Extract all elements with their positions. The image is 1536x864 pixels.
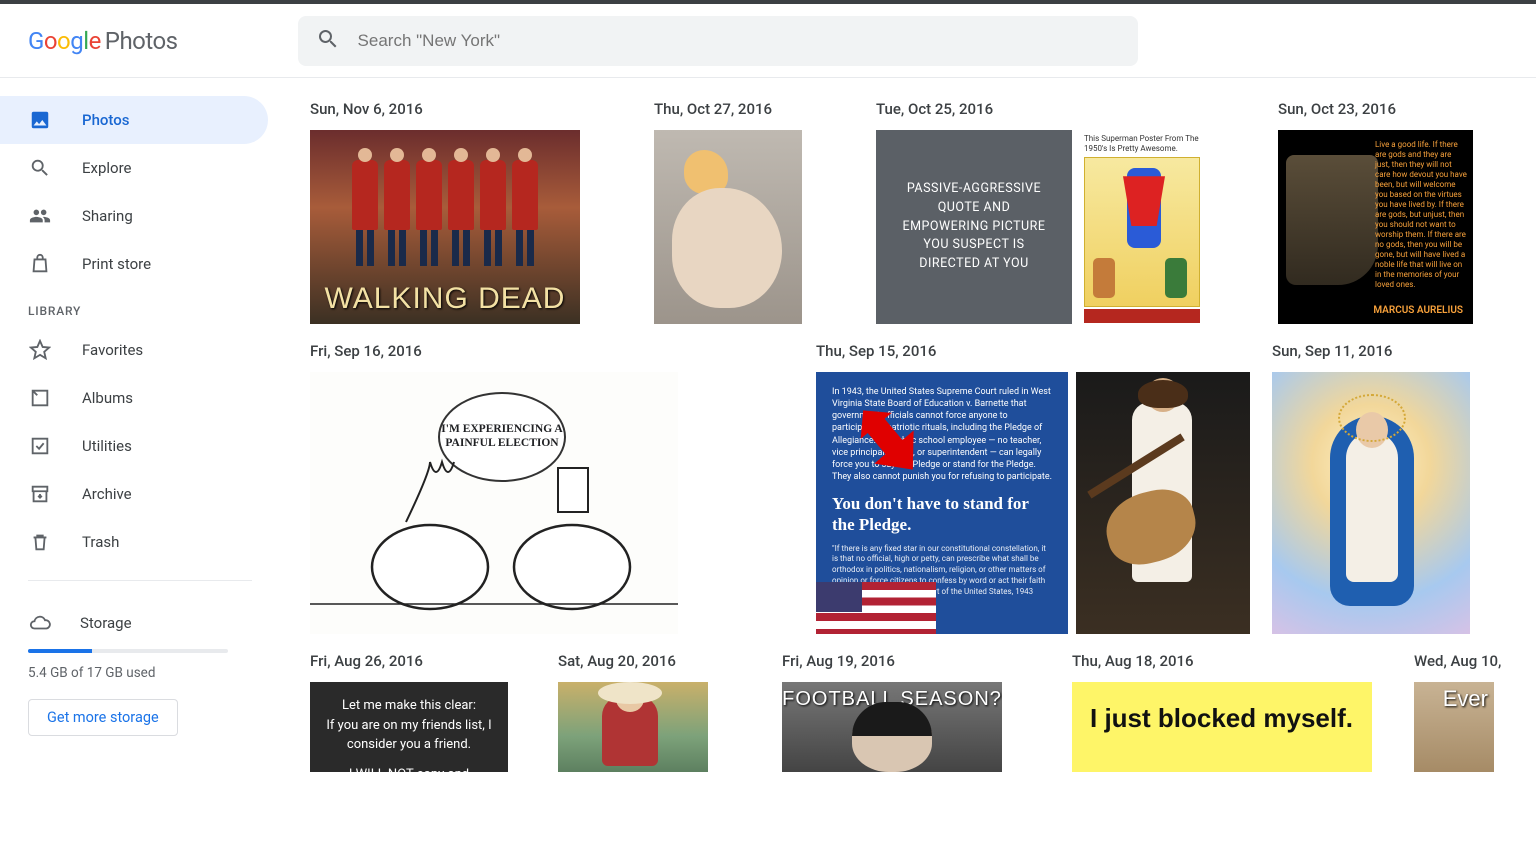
date-heading: Fri, Aug 19, 2016 xyxy=(782,652,1002,670)
thumb-author: MARCUS AURELIUS xyxy=(1373,305,1463,316)
date-heading: Sun, Sep 11, 2016 xyxy=(1272,342,1470,360)
photo-grid[interactable]: Sun, Nov 6, 2016 WALKING DEAD Thu, Oct 27,… xyxy=(280,78,1536,864)
sidebar-label: Favorites xyxy=(82,341,143,359)
sidebar-item-favorites[interactable]: Favorites xyxy=(0,326,268,374)
archive-icon xyxy=(28,482,52,506)
date-group: Fri, Sep 16, 2016 I'M EXPERIENCING A PAIN… xyxy=(310,342,678,634)
flag-icon xyxy=(816,582,936,634)
date-heading: Thu, Oct 27, 2016 xyxy=(654,100,802,118)
logo-product: Photos xyxy=(105,27,178,55)
date-group: Sun, Oct 23, 2016 Live a good life. If th… xyxy=(1278,100,1473,324)
app-logo[interactable]: Google Photos xyxy=(28,27,178,55)
shopping-bag-icon xyxy=(28,252,52,276)
search-icon xyxy=(316,27,358,55)
photo-thumb[interactable]: FOOTBALL SEASON? xyxy=(782,682,1002,772)
cloud-icon xyxy=(28,611,52,635)
search-box[interactable] xyxy=(298,16,1138,66)
cursor-arrow-icon xyxy=(842,394,934,490)
thumb-headline: You don't have to stand for the Pledge. xyxy=(832,493,1052,536)
date-group: Sun, Sep 11, 2016 xyxy=(1272,342,1470,634)
date-group: Wed, Aug 10, Ever xyxy=(1414,652,1501,772)
date-group: Sat, Aug 20, 2016 xyxy=(558,652,708,772)
date-heading: Tue, Oct 25, 2016 xyxy=(876,100,1204,118)
photo-thumb[interactable]: Ever xyxy=(1414,682,1494,772)
photo-thumb[interactable] xyxy=(1272,372,1470,634)
storage-label: Storage xyxy=(80,614,132,632)
storage-bar xyxy=(28,649,228,653)
photo-thumb[interactable] xyxy=(654,130,802,324)
photo-thumb[interactable]: This Superman Poster From The 1950's Is … xyxy=(1080,130,1204,324)
sidebar-section-label: LIBRARY xyxy=(0,288,280,326)
sidebar-label: Utilities xyxy=(82,437,132,455)
photo-thumb[interactable]: I'M EXPERIENCING A PAINFUL ELECTION xyxy=(310,372,678,634)
sidebar-item-explore[interactable]: Explore xyxy=(0,144,268,192)
sidebar-label: Explore xyxy=(82,159,132,177)
search-icon xyxy=(28,156,52,180)
sidebar-item-sharing[interactable]: Sharing xyxy=(0,192,268,240)
sidebar-item-utilities[interactable]: Utilities xyxy=(0,422,268,470)
date-heading: Wed, Aug 10, xyxy=(1414,652,1501,670)
sidebar-item-storage[interactable]: Storage xyxy=(28,599,252,647)
date-heading: Fri, Aug 26, 2016 xyxy=(310,652,508,670)
photo-thumb[interactable]: Live a good life. If there are gods and … xyxy=(1278,130,1473,324)
sidebar-label: Archive xyxy=(82,485,132,503)
photo-thumb[interactable]: I just blocked myself. xyxy=(1072,682,1372,772)
sidebar-item-trash[interactable]: Trash xyxy=(0,518,268,566)
sidebar-item-archive[interactable]: Archive xyxy=(0,470,268,518)
thumb-text: Let me make this clear: xyxy=(322,696,496,716)
sidebar-label: Print store xyxy=(82,255,151,273)
date-group: Sun, Nov 6, 2016 WALKING DEAD xyxy=(310,100,580,324)
thumb-caption: This Superman Poster From The 1950's Is … xyxy=(1080,130,1204,155)
date-heading: Sun, Oct 23, 2016 xyxy=(1278,100,1473,118)
date-group: Fri, Aug 26, 2016 Let me make this clear:… xyxy=(310,652,508,772)
sidebar-label: Sharing xyxy=(82,207,133,225)
date-heading: Sat, Aug 20, 2016 xyxy=(558,652,708,670)
thumb-text: Ever xyxy=(1443,686,1488,712)
storage-used-text: 5.4 GB of 17 GB used xyxy=(28,665,252,681)
photo-thumb[interactable]: Let me make this clear:If you are on my … xyxy=(310,682,508,772)
date-group: Thu, Aug 18, 2016 I just blocked myself. xyxy=(1072,652,1372,772)
thumb-text: I just blocked myself. xyxy=(1090,704,1353,734)
photo-thumb[interactable]: PASSIVE-AGGRESSIVE QUOTE AND EMPOWERING … xyxy=(876,130,1072,324)
photo-thumb[interactable] xyxy=(1076,372,1250,634)
trash-icon xyxy=(28,530,52,554)
sidebar-item-albums[interactable]: Albums xyxy=(0,374,268,422)
thumb-text: Live a good life. If there are gods and … xyxy=(1375,140,1467,290)
thumb-text: PASSIVE-AGGRESSIVE QUOTE AND EMPOWERING … xyxy=(894,180,1054,274)
sidebar-label: Albums xyxy=(82,389,133,407)
date-group: Tue, Oct 25, 2016 PASSIVE-AGGRESSIVE QUOT… xyxy=(876,100,1204,324)
date-heading: Sun, Nov 6, 2016 xyxy=(310,100,580,118)
thumb-title: WALKING DEAD xyxy=(310,282,580,316)
get-more-storage-button[interactable]: Get more storage xyxy=(28,699,178,736)
sidebar-label: Photos xyxy=(82,111,129,129)
sidebar: Photos Explore Sharing Print store LIBRA… xyxy=(0,78,280,864)
photo-thumb[interactable]: WALKING DEAD xyxy=(310,130,580,324)
photo-icon xyxy=(28,108,52,132)
date-group: Thu, Oct 27, 2016 xyxy=(654,100,802,324)
star-icon xyxy=(28,338,52,362)
sidebar-item-photos[interactable]: Photos xyxy=(0,96,268,144)
date-heading: Thu, Sep 15, 2016 xyxy=(816,342,1250,360)
date-group: Fri, Aug 19, 2016 FOOTBALL SEASON? xyxy=(782,652,1002,772)
utilities-icon xyxy=(28,434,52,458)
album-icon xyxy=(28,386,52,410)
top-bar: Google Photos xyxy=(0,0,1536,78)
date-heading: Fri, Sep 16, 2016 xyxy=(310,342,678,360)
divider xyxy=(28,580,252,581)
people-icon xyxy=(28,204,52,228)
sidebar-label: Trash xyxy=(82,533,119,551)
sidebar-item-print-store[interactable]: Print store xyxy=(0,240,268,288)
date-heading: Thu, Aug 18, 2016 xyxy=(1072,652,1372,670)
search-input[interactable] xyxy=(358,31,1120,51)
photo-thumb[interactable] xyxy=(558,682,708,772)
